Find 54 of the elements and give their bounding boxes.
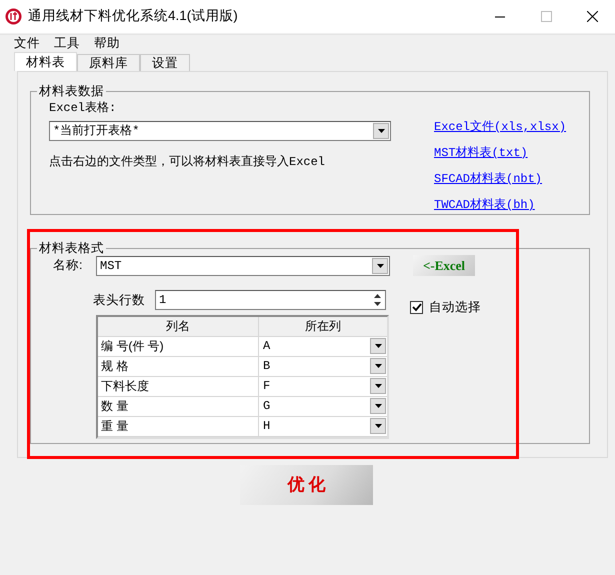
dropdown-button[interactable] [370,418,386,434]
import-link[interactable]: Excel文件(xls,xlsx) [434,118,566,136]
checkbox[interactable] [410,300,423,314]
table-cell: 编 号(件 号) [98,336,259,356]
table-cell-text: B [263,358,272,376]
field-label: Excel表格: [49,100,118,117]
header-rows-label: 表头行数 [93,292,146,309]
table-cell: 规 格 [98,356,259,376]
import-link[interactable]: TWCAD材料表(bh) [434,196,566,214]
checkbox-label: 自动选择 [429,299,481,316]
table-cell-text: G [263,398,272,416]
caret-icon [374,404,382,408]
group-title: 材料表数据 [38,84,105,98]
caret-icon [374,344,382,348]
import-link[interactable]: MST材料表(txt) [434,144,566,162]
window-title: 通用线材下料优化系统4.1(试用版) [28,7,238,26]
table-cell: 重 量 [98,416,259,436]
optimize-button[interactable]: 优 化 [240,465,373,505]
group-title: 材料表格式 [38,241,105,255]
import-link[interactable]: SFCAD材料表(nbt) [434,170,566,188]
dropdown-button[interactable] [370,338,386,354]
menu-item[interactable]: 帮助 [87,36,127,50]
caret-icon [374,424,382,428]
sheet-select[interactable]: *当前打开表格* [49,121,391,141]
dropdown-button[interactable] [373,123,389,139]
hint-text: 点击右边的文件类型，可以将材料表直接导入Excel [49,154,326,171]
dropdown-button[interactable] [372,258,388,274]
excel-button[interactable]: <-Excel [413,255,475,276]
app-logo-icon [5,8,22,25]
table-cell-text: F [263,378,272,396]
close-icon [586,11,598,22]
maximize-icon [540,11,552,22]
table-cell-text: H [263,418,272,436]
column-header: 列名 [98,316,259,336]
column-header: 所在列 [259,316,387,336]
caret-icon [378,129,384,133]
spinner-arrows-icon[interactable] [373,293,382,308]
header-rows-spinner[interactable]: 1 [155,290,386,310]
name-label: 名称: [52,257,84,274]
tab[interactable]: 材料表 [14,52,77,71]
caret-icon [374,384,382,388]
tab[interactable]: 原料库 [77,54,140,71]
menu-item[interactable]: 工具 [47,36,87,50]
caret-icon [374,364,382,368]
dropdown-button[interactable] [370,378,386,394]
dropdown-button[interactable] [370,358,386,374]
menu-item[interactable]: 文件 [7,36,47,50]
dropdown-button[interactable] [370,398,386,414]
table-cell: 下料长度 [98,376,259,396]
tab[interactable]: 设置 [140,54,190,71]
table-cell-text: A [263,338,272,356]
table-cell: 数 量 [98,396,259,416]
name-select[interactable]: MST [96,256,390,276]
caret-icon [376,264,384,268]
